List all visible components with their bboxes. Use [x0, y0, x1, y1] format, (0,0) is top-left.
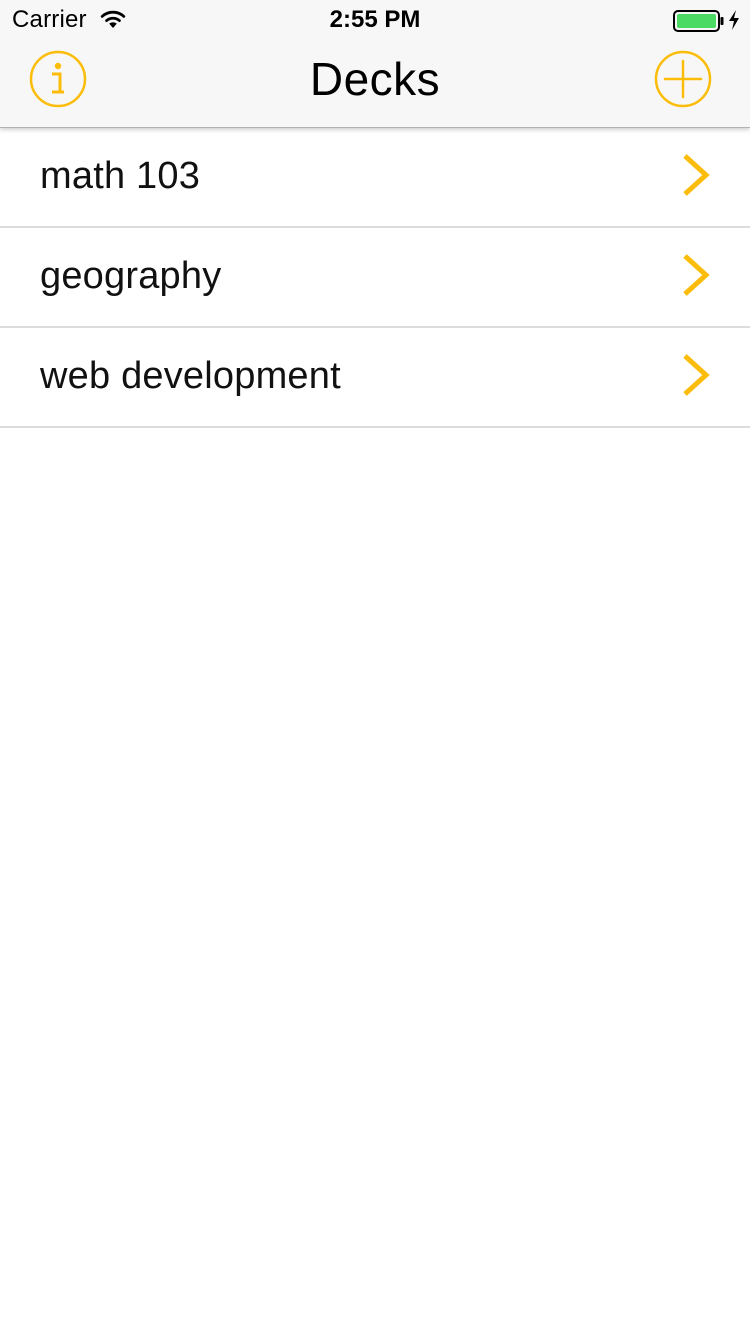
deck-list: math 103 geography web development: [0, 128, 750, 428]
decks-screen: Carrier 2:55 PM Decks math 103 geography…: [0, 0, 750, 1334]
chevron-right-icon: [683, 154, 710, 196]
battery-icon: [673, 10, 724, 32]
status-bar: Carrier 2:55 PM: [0, 0, 750, 40]
page-title: Decks: [309, 53, 441, 105]
top-bar: Carrier 2:55 PM Decks: [0, 0, 750, 128]
charging-bolt-icon: [729, 10, 739, 30]
chevron-right-icon: [683, 254, 710, 296]
add-deck-button[interactable]: [653, 49, 713, 109]
deck-row[interactable]: math 103: [0, 128, 750, 228]
deck-row[interactable]: geography: [0, 228, 750, 328]
deck-name: math 103: [40, 155, 201, 197]
deck-name: web development: [40, 355, 341, 397]
navigation-bar: Decks: [0, 40, 750, 128]
deck-name: geography: [40, 255, 222, 297]
chevron-right-icon: [683, 354, 710, 396]
status-time: 2:55 PM: [329, 6, 421, 33]
deck-row[interactable]: web development: [0, 328, 750, 428]
